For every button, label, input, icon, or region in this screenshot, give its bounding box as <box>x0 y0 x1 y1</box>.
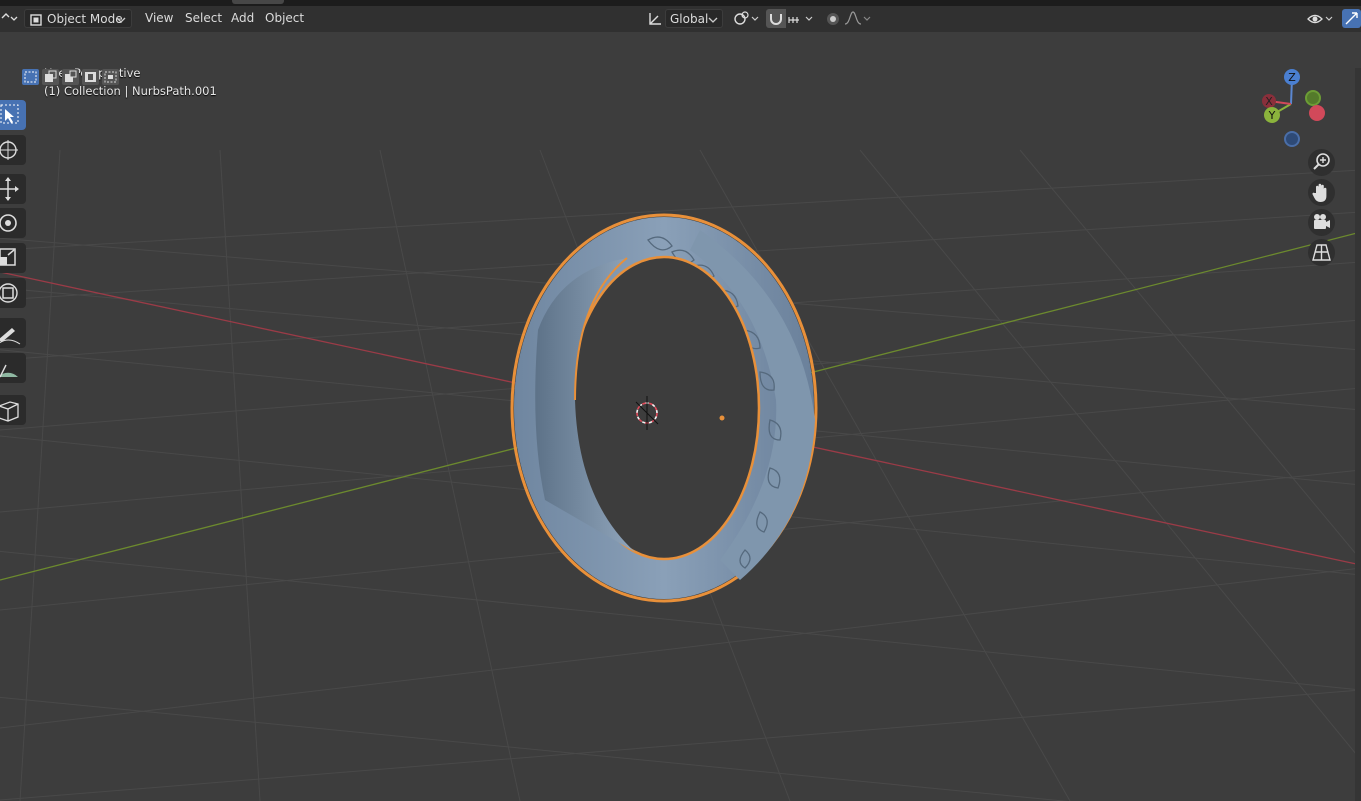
zoom-icon <box>1313 153 1330 170</box>
select-new-icon <box>24 71 37 83</box>
ruler-icon <box>0 364 18 378</box>
annotate-tool[interactable] <box>0 318 26 348</box>
camera-view-button[interactable] <box>1308 209 1335 236</box>
pivot-icon <box>734 11 759 25</box>
eye-icon <box>1307 14 1333 24</box>
transform-icon <box>0 283 18 303</box>
select-extend-icon <box>45 70 57 82</box>
select-invert-button[interactable] <box>82 69 99 85</box>
editor-type-icon <box>1 13 18 21</box>
gizmo-toggle[interactable] <box>1342 9 1361 28</box>
rotate-tool[interactable] <box>0 208 26 238</box>
measure-tool[interactable] <box>0 353 26 383</box>
add-cube-tool[interactable] <box>0 395 26 425</box>
scale-icon <box>0 248 16 266</box>
select-new-button[interactable] <box>22 69 39 85</box>
collection-info: (1) Collection | NurbsPath.001 <box>44 84 217 98</box>
cursor-tool[interactable] <box>0 135 26 165</box>
z-axis-label: Z <box>1288 71 1296 84</box>
chevron-down-icon <box>708 17 718 23</box>
hand-icon <box>1312 183 1327 202</box>
x-axis-label: X <box>1265 95 1273 108</box>
select-invert-icon <box>85 72 96 82</box>
navigation-gizmo[interactable]: X Z Y <box>1255 68 1335 150</box>
select-extend-button[interactable] <box>42 69 59 85</box>
proportional-editing-icon <box>827 13 839 25</box>
object-mode-dropdown[interactable]: Object Mode <box>24 9 132 28</box>
select-intersect-icon <box>104 71 117 83</box>
add-menu[interactable]: Add <box>225 9 260 28</box>
3d-viewport[interactable]: User Perspective (1) Collection | NurbsP… <box>0 32 1361 801</box>
cube-icon <box>0 401 19 422</box>
select-subtract-icon <box>65 70 77 82</box>
gizmo-icon <box>1345 12 1358 25</box>
projection-toggle-button[interactable] <box>1308 239 1335 266</box>
rotate-icon <box>0 214 17 232</box>
object-mode-icon <box>30 13 42 26</box>
object-origin <box>719 415 725 421</box>
snap-toggle[interactable] <box>766 9 786 28</box>
neg-y-handle <box>1305 90 1321 106</box>
pencil-icon <box>0 328 21 345</box>
zoom-button[interactable] <box>1308 149 1335 176</box>
chevron-down-icon <box>116 17 126 23</box>
snap-increment-icon <box>788 16 813 23</box>
viewport-scrollbar[interactable] <box>1355 68 1361 801</box>
y-axis-label: Y <box>1268 109 1276 122</box>
select-box-tool[interactable] <box>0 100 26 130</box>
transform-orientation-icon <box>647 9 665 28</box>
viewport-header: Object Mode View Select Add Object Globa… <box>0 6 1361 32</box>
neg-z-handle <box>1284 131 1300 147</box>
magnet-icon <box>770 14 782 25</box>
snap-target-dropdown[interactable] <box>786 9 818 28</box>
select-subtract-button[interactable] <box>62 69 79 85</box>
transform-tool[interactable] <box>0 278 26 308</box>
workspace-tab-indicator[interactable] <box>232 0 284 4</box>
viewport-scene <box>0 149 1361 801</box>
select-box-icon <box>0 104 19 124</box>
scale-tool[interactable] <box>0 243 26 273</box>
cursor-icon <box>0 140 18 160</box>
proportional-editing-toggle[interactable] <box>824 9 842 28</box>
editor-type-button[interactable] <box>0 9 18 28</box>
perspective-grid-icon <box>1312 244 1331 261</box>
visibility-dropdown[interactable] <box>1306 9 1336 28</box>
camera-icon <box>1314 214 1330 229</box>
proportional-falloff-dropdown[interactable] <box>842 9 874 28</box>
select-intersect-button[interactable] <box>102 69 119 85</box>
mode-label: Object Mode <box>47 12 123 26</box>
pivot-point-button[interactable] <box>731 9 761 28</box>
pan-button[interactable] <box>1308 179 1335 206</box>
view-menu[interactable]: View <box>139 9 179 28</box>
select-menu[interactable]: Select <box>179 9 228 28</box>
falloff-curve-icon <box>844 11 871 25</box>
move-tool[interactable] <box>0 174 26 204</box>
transform-orientation-dropdown[interactable]: Global <box>665 9 723 28</box>
move-icon <box>0 177 19 201</box>
pos-x-handle <box>1309 105 1325 121</box>
orientation-label: Global <box>670 12 709 26</box>
object-menu[interactable]: Object <box>259 9 310 28</box>
